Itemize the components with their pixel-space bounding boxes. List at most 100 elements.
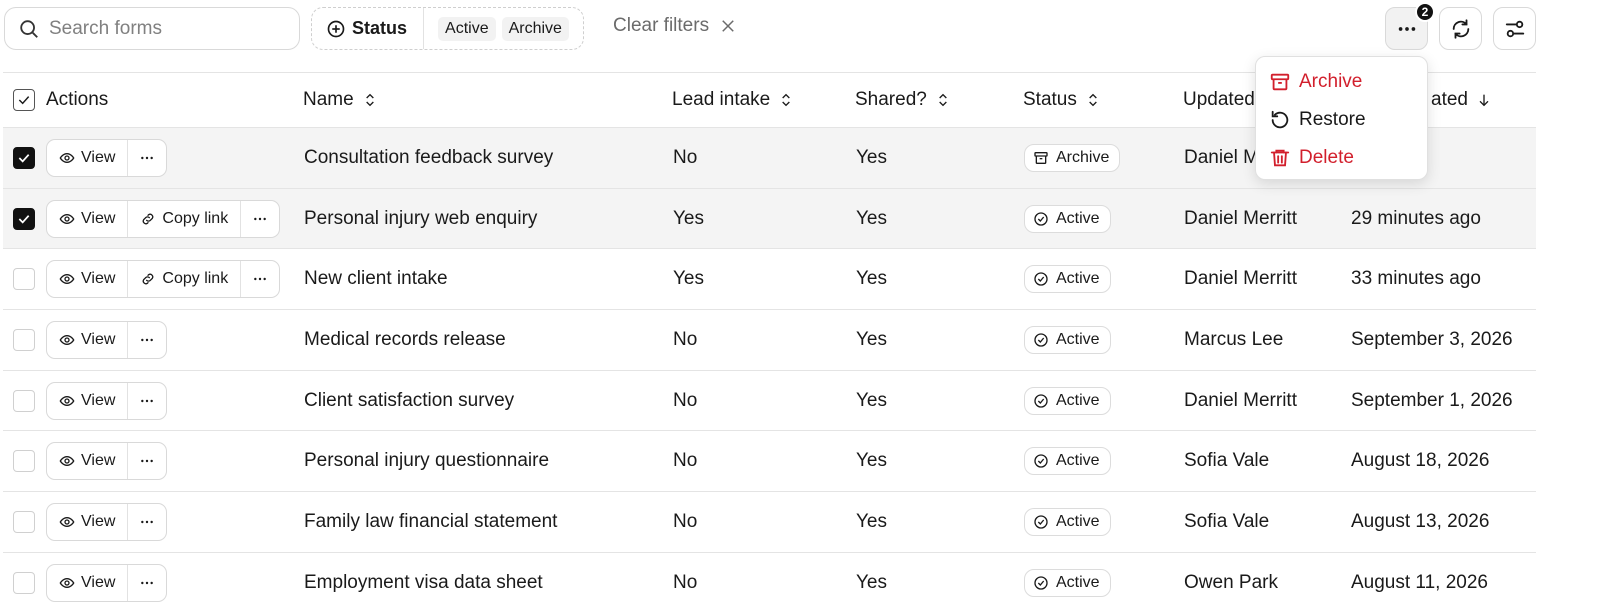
row-action-buttons: View <box>46 138 168 177</box>
menu-item-archive[interactable]: Archive <box>1256 63 1427 101</box>
updated-at-value: September 3, 2026 <box>1351 328 1513 350</box>
sort-desc-icon <box>1479 94 1489 107</box>
table-row[interactable]: View Personal injury questionnaire No Yes Ac… <box>3 431 1536 493</box>
plus-circle-icon <box>327 20 345 37</box>
row-more-button[interactable] <box>128 443 166 479</box>
row-more-button[interactable] <box>128 322 166 358</box>
form-name[interactable]: Client satisfaction survey <box>304 390 514 412</box>
column-label: Lead intake <box>672 89 771 110</box>
check-circle-icon <box>1034 333 1048 347</box>
row-more-button[interactable] <box>241 201 279 237</box>
column-header-updated-at[interactable]: ated <box>1431 89 1492 111</box>
eye-icon <box>59 334 75 345</box>
updated-by-value: Daniel Merritt <box>1184 389 1297 411</box>
filter-chip-active[interactable]: Active <box>438 16 496 41</box>
copy-link-button[interactable]: Copy link <box>128 200 242 237</box>
column-header-shared[interactable]: Shared? <box>855 89 951 111</box>
status-label: Active <box>1056 573 1100 591</box>
row-more-button[interactable] <box>128 140 166 176</box>
row-checkbox[interactable] <box>13 389 35 412</box>
row-more-button[interactable] <box>128 565 166 601</box>
menu-item-restore[interactable]: Restore <box>1256 101 1427 139</box>
form-name[interactable]: Consultation feedback survey <box>304 147 553 169</box>
row-action-buttons: View <box>46 563 168 602</box>
more-actions-button[interactable]: 2 <box>1385 2 1435 50</box>
table-row[interactable]: View Client satisfaction survey No Yes Activ… <box>3 371 1536 432</box>
row-more-button[interactable] <box>128 504 166 540</box>
table-settings-button[interactable] <box>1493 7 1536 50</box>
menu-item-label: Archive <box>1299 71 1363 92</box>
row-checkbox[interactable] <box>13 571 35 594</box>
form-name[interactable]: New client intake <box>304 268 448 290</box>
row-checkbox[interactable] <box>13 146 35 169</box>
updated-at-value: August 11, 2026 <box>1351 571 1488 593</box>
column-header-name[interactable]: Name <box>303 89 378 111</box>
updated-by-value: Daniel Merritt <box>1184 268 1297 290</box>
form-name[interactable]: Personal injury web enquiry <box>304 208 537 230</box>
sort-icon <box>1089 93 1097 107</box>
select-all-checkbox[interactable] <box>13 89 35 111</box>
view-button[interactable]: View <box>47 564 129 601</box>
filter-chip-archive[interactable]: Archive <box>501 16 569 41</box>
table-row[interactable]: View Copy link New client intake Yes Yes Acti… <box>3 249 1536 311</box>
search-input[interactable] <box>49 17 279 40</box>
status-badge: Active <box>1024 265 1111 294</box>
check-circle-icon <box>1034 454 1048 468</box>
selection-count-badge: 2 <box>1415 2 1435 22</box>
updated-at-value: September 1, 2026 <box>1351 389 1513 411</box>
form-name[interactable]: Employment visa data sheet <box>304 572 543 594</box>
form-name[interactable]: Personal injury questionnaire <box>304 450 549 472</box>
updated-by-value: Owen Park <box>1184 571 1278 593</box>
table-row[interactable]: View Family law financial statement No Yes A… <box>3 492 1536 553</box>
view-button[interactable]: View <box>47 200 129 237</box>
status-label: Archive <box>1056 148 1110 166</box>
shared-value: Yes <box>856 450 887 472</box>
ellipsis-icon <box>141 156 154 160</box>
column-header-lead-intake[interactable]: Lead intake <box>672 89 794 111</box>
row-checkbox[interactable] <box>13 328 35 351</box>
table-row[interactable]: View Employment visa data sheet No Yes Activ… <box>3 553 1536 606</box>
view-button[interactable]: View <box>47 503 129 540</box>
menu-item-label: Delete <box>1299 147 1354 168</box>
updated-by-value: Sofia Vale <box>1184 510 1270 532</box>
view-button[interactable]: View <box>47 321 129 358</box>
trash-icon <box>1270 149 1290 167</box>
column-label: Updated <box>1183 89 1255 110</box>
column-header-updated-by[interactable]: Updated <box>1183 89 1255 111</box>
form-name[interactable]: Medical records release <box>304 329 506 351</box>
status-badge: Archive <box>1024 143 1121 172</box>
view-button[interactable]: View <box>47 382 129 419</box>
lead-intake-value: No <box>673 571 698 593</box>
view-button[interactable]: View <box>47 139 129 176</box>
status-label: Active <box>1056 391 1100 409</box>
row-checkbox[interactable] <box>13 510 35 533</box>
clear-filters-button[interactable]: Clear filters <box>613 15 737 37</box>
menu-item-delete[interactable]: Delete <box>1256 139 1427 177</box>
copy-link-button[interactable]: Copy link <box>128 261 242 298</box>
check-circle-icon <box>1034 272 1048 286</box>
lead-intake-value: No <box>673 146 698 168</box>
copy-link-label: Copy link <box>162 209 229 227</box>
lead-intake-value: No <box>673 389 698 411</box>
refresh-button[interactable] <box>1439 7 1482 50</box>
row-checkbox[interactable] <box>13 207 35 230</box>
table-row[interactable]: View Copy link Personal injury web enquiry… <box>3 188 1536 250</box>
lead-intake-value: No <box>673 510 698 532</box>
check-circle-icon <box>1034 575 1048 590</box>
search-box[interactable] <box>4 7 300 50</box>
form-name[interactable]: Family law financial statement <box>304 511 557 533</box>
row-more-button[interactable] <box>128 383 166 419</box>
status-badge: Active <box>1024 568 1111 597</box>
close-icon <box>722 20 734 32</box>
status-filter-chips: Active Archive <box>424 16 569 41</box>
row-checkbox[interactable] <box>13 450 35 473</box>
column-header-status[interactable]: Status <box>1023 89 1101 111</box>
view-button[interactable]: View <box>47 261 129 298</box>
status-filter-button[interactable]: Status <box>312 8 425 49</box>
table-row[interactable]: View Medical records release No Yes Active Ma… <box>3 310 1536 371</box>
row-more-button[interactable] <box>241 261 279 297</box>
row-checkbox[interactable] <box>13 268 35 291</box>
view-button[interactable]: View <box>47 443 129 480</box>
lead-intake-value: Yes <box>673 207 704 229</box>
check-icon <box>18 96 30 105</box>
